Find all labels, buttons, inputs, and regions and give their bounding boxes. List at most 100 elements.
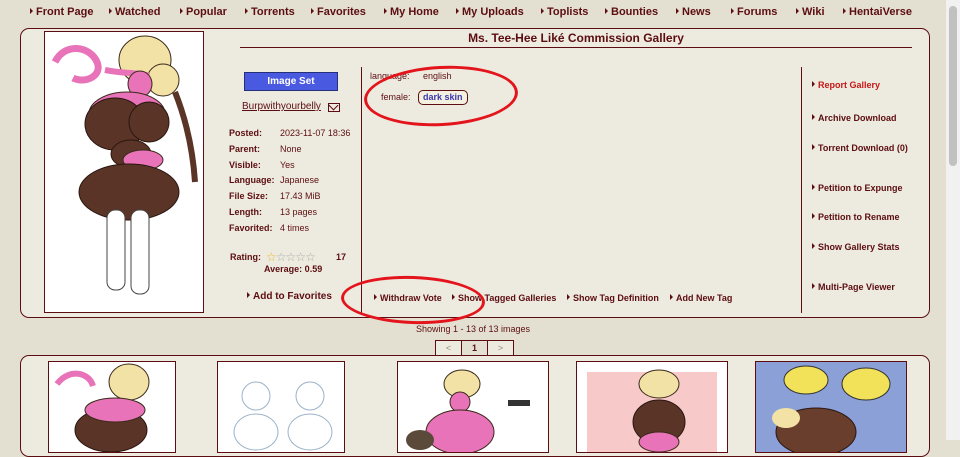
gallery-metadata: Posted: 2023-11-07 18:36 Parent: None Visi… [229, 128, 361, 239]
meta-value: 17.43 MiB [280, 191, 321, 202]
nav-wiki[interactable]: Wiki [796, 6, 825, 18]
add-new-tag-link[interactable]: Add New Tag [670, 293, 732, 303]
arrow-icon [731, 8, 734, 14]
meta-label: Favorited: [229, 222, 273, 233]
meta-row-parent: Parent: None [229, 144, 361, 160]
arrow-icon [812, 283, 815, 289]
show-gallery-stats-link[interactable]: Show Gallery Stats [812, 242, 900, 252]
gallery-title: Ms. Tee-Hee Liké Commission Gallery [468, 31, 684, 45]
arrow-icon [812, 213, 815, 219]
nav-my-home[interactable]: My Home [384, 6, 439, 18]
meta-row-length: Length: 13 pages [229, 207, 361, 223]
category-image-set-button[interactable]: Image Set [244, 72, 338, 91]
meta-row-favorited: Favorited: 4 times [229, 223, 361, 239]
thumbnail-image [756, 362, 906, 452]
thumbnail-image [233, 381, 333, 451]
arrow-icon [245, 8, 248, 14]
multi-page-viewer-link[interactable]: Multi-Page Viewer [812, 282, 895, 292]
nav-watched[interactable]: Watched [109, 6, 160, 18]
report-gallery-link[interactable]: Report Gallery [812, 80, 880, 90]
meta-label: Language: [229, 175, 275, 186]
prev-page-button[interactable]: < [436, 341, 462, 356]
meta-value: 13 pages [280, 206, 318, 217]
star-icon[interactable]: ☆ [266, 250, 277, 264]
thumbnail-image [587, 369, 717, 452]
arrow-icon [676, 8, 679, 14]
nav-forums[interactable]: Forums [731, 6, 777, 18]
meta-row-visible: Visible: Yes [229, 160, 361, 176]
mail-icon[interactable] [328, 103, 340, 112]
nav-favorites[interactable]: Favorites [311, 6, 366, 18]
rating-label: Rating: [230, 252, 261, 262]
star-icon[interactable]: ☆ [276, 250, 287, 264]
arrow-icon [30, 8, 33, 14]
meta-row-posted: Posted: 2023-11-07 18:36 [229, 128, 361, 144]
arrow-icon [247, 292, 250, 298]
right-divider [801, 67, 802, 313]
thumbnail[interactable] [397, 361, 549, 453]
arrow-icon [812, 243, 815, 249]
arrow-icon [311, 8, 314, 14]
page-scrollbar[interactable] [946, 0, 960, 440]
torrent-download-link[interactable]: Torrent Download (0) [812, 143, 908, 153]
meta-value: 4 times [280, 222, 310, 233]
nav-front-page[interactable]: Front Page [30, 6, 93, 18]
thumbnail-image [406, 369, 530, 452]
thumbnail[interactable] [576, 361, 728, 453]
archive-download-link[interactable]: Archive Download [812, 113, 897, 123]
uploader-link[interactable]: Burpwithyourbelly [242, 101, 321, 112]
star-icon[interactable]: ☆ [305, 250, 316, 264]
nav-hentaiverse[interactable]: HentaiVerse [843, 6, 912, 18]
thumbnail[interactable] [755, 361, 907, 453]
cover-illustration [51, 35, 198, 295]
petition-to-rename-link[interactable]: Petition to Rename [812, 212, 900, 222]
arrow-icon [541, 8, 544, 14]
nav-popular[interactable]: Popular [180, 6, 227, 18]
meta-label: Visible: [229, 159, 261, 170]
meta-value: None [280, 143, 302, 154]
meta-value: Japanese [280, 175, 320, 186]
showing-count: Showing 1 - 13 of 13 images [415, 324, 531, 334]
gallery-cover-image[interactable] [44, 31, 204, 313]
show-tag-definition-link[interactable]: Show Tag Definition [567, 293, 659, 303]
meta-row-language: Language: Japanese [229, 175, 361, 191]
thumbnail[interactable] [48, 361, 176, 453]
arrow-icon [384, 8, 387, 14]
next-page-button[interactable]: > [488, 341, 513, 356]
add-to-favorites-link[interactable]: Add to Favorites [247, 291, 332, 302]
thumbnail-image [54, 363, 150, 452]
meta-value: Yes [280, 159, 295, 170]
arrow-icon [796, 8, 799, 14]
rating-stars[interactable]: ☆☆☆☆☆ [266, 250, 316, 264]
nav-bounties[interactable]: Bounties [605, 6, 658, 18]
meta-row-file-size: File Size: 17.43 MiB [229, 191, 361, 207]
star-icon[interactable]: ☆ [286, 250, 297, 264]
nav-toplists[interactable]: Toplists [541, 6, 588, 18]
arrow-icon [812, 114, 815, 120]
arrow-icon [109, 8, 112, 14]
star-icon[interactable]: ☆ [295, 250, 306, 264]
rating-average: Average: 0.59 [264, 264, 323, 274]
arrow-icon [843, 8, 846, 14]
petition-to-expunge-link[interactable]: Petition to Expunge [812, 183, 903, 193]
left-divider [361, 67, 362, 313]
nav-news[interactable]: News [676, 6, 711, 18]
scrollbar-thumb[interactable] [949, 6, 957, 166]
top-navigation: Front Page Watched Popular Torrents Favo… [0, 0, 945, 24]
arrow-icon [180, 8, 183, 14]
meta-label: Posted: [229, 128, 263, 138]
arrow-icon [567, 294, 570, 300]
nav-torrents[interactable]: Torrents [245, 6, 295, 18]
title-divider [240, 47, 912, 48]
page-1-button[interactable]: 1 [462, 341, 488, 356]
thumbnail[interactable] [217, 361, 345, 453]
arrow-icon [605, 8, 608, 14]
nav-my-uploads[interactable]: My Uploads [456, 6, 524, 18]
arrow-icon [812, 81, 815, 87]
rating-count: 17 [336, 252, 347, 262]
meta-label: Parent: [229, 143, 261, 154]
arrow-icon [670, 294, 673, 300]
meta-value: 2023-11-07 18:36 [280, 128, 351, 138]
arrow-icon [812, 184, 815, 190]
meta-label: File Size: [229, 191, 269, 202]
